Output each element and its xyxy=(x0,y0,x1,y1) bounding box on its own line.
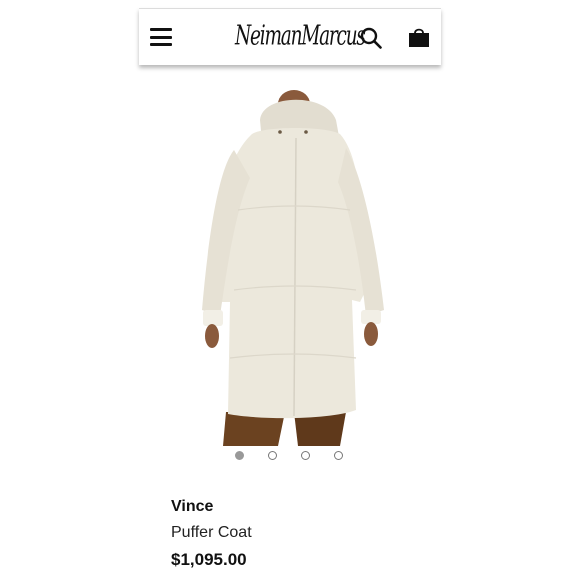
neiman-marcus-logo[interactable]: NeimanMarcus xyxy=(235,5,366,69)
carousel-dot-1[interactable] xyxy=(235,451,244,460)
carousel-dot-2[interactable] xyxy=(268,451,277,460)
hamburger-menu-icon[interactable] xyxy=(150,28,172,46)
shopping-bag-icon[interactable] xyxy=(407,25,431,49)
product-price: $1,095.00 xyxy=(171,550,247,569)
carousel-dot-4[interactable] xyxy=(334,451,343,460)
product-image[interactable] xyxy=(190,90,400,450)
image-carousel-dots xyxy=(232,450,352,464)
carousel-dot-3[interactable] xyxy=(301,451,310,460)
product-brand[interactable]: Vince xyxy=(171,496,252,518)
product-name: Puffer Coat xyxy=(171,524,252,541)
site-header: NeimanMarcus xyxy=(139,8,441,65)
product-info: Vince Puffer Coat $1,095.00 xyxy=(171,496,252,571)
search-icon[interactable] xyxy=(359,26,383,50)
